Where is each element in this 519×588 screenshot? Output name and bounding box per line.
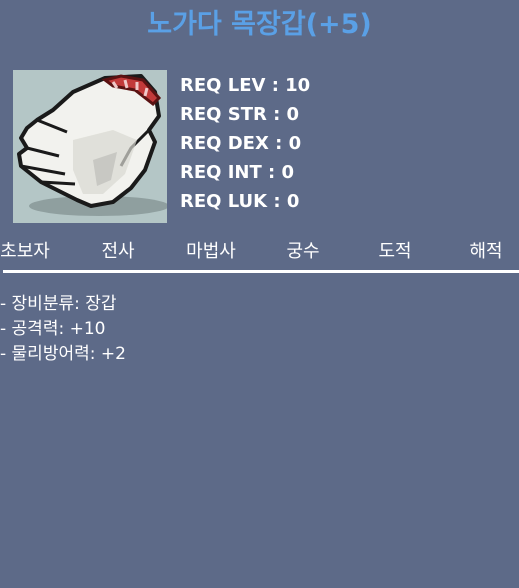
requirements-list: REQ LEV : 10 REQ STR : 0 REQ DEX : 0 REQ… <box>180 71 310 216</box>
req-luk: REQ LUK : 0 <box>180 191 300 212</box>
white-work-glove-icon <box>17 74 167 216</box>
item-title: 노가다 목장갑(+5) <box>147 9 372 40</box>
divider <box>3 270 519 273</box>
job-archer: 궁수 <box>286 241 320 262</box>
stat-physical-defense: - 물리방어력: +2 <box>0 344 126 364</box>
stat-equip-category: - 장비분류: 장갑 <box>0 294 117 314</box>
stats-list: - 장비분류: 장갑 - 공격력: +10 - 물리방어력: +2 <box>0 292 126 367</box>
job-beginner: 초보자 <box>0 241 50 262</box>
req-dex: REQ DEX : 0 <box>180 133 302 154</box>
stat-attack: - 공격력: +10 <box>0 319 106 339</box>
req-str: REQ STR : 0 <box>180 104 300 125</box>
req-int: REQ INT : 0 <box>180 162 295 183</box>
job-list: 초보자 전사 마법사 궁수 도적 해적 <box>0 238 519 266</box>
item-image <box>13 70 167 223</box>
job-thief: 도적 <box>378 241 412 262</box>
job-pirate: 해적 <box>469 241 503 262</box>
job-magician: 마법사 <box>186 241 236 262</box>
job-warrior: 전사 <box>101 241 135 262</box>
req-level: REQ LEV : 10 <box>180 75 311 96</box>
